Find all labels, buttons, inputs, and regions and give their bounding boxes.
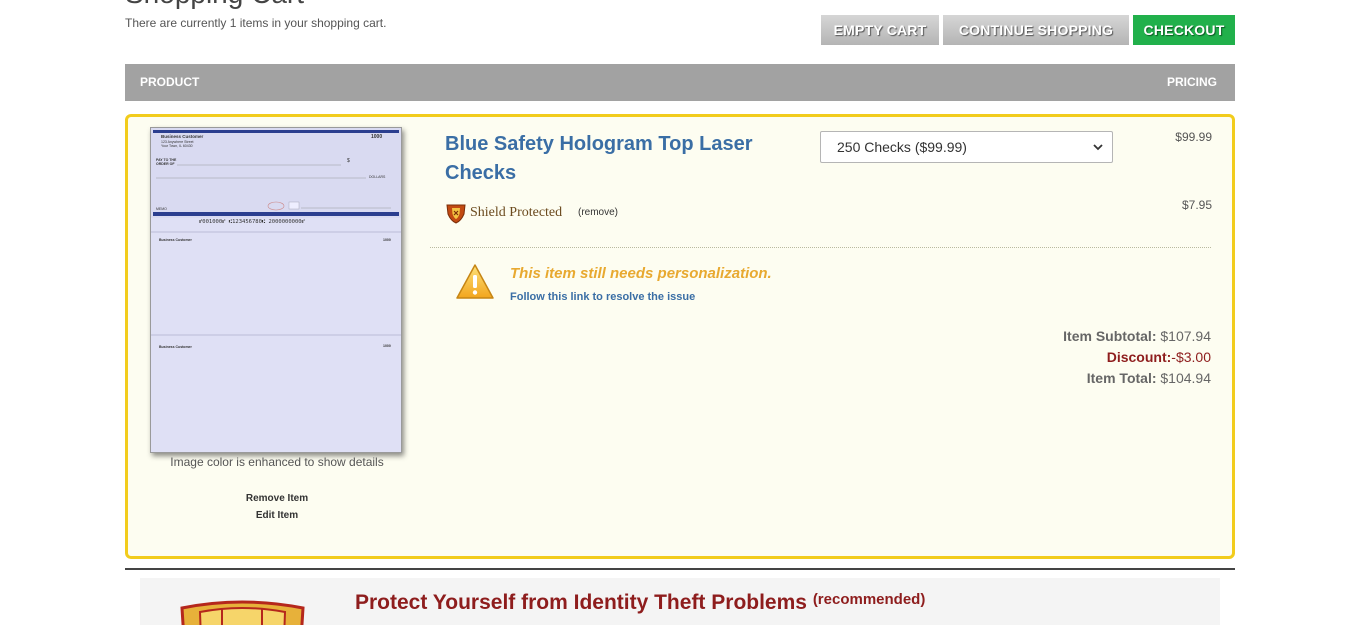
check-order-of: ORDER OF [156,162,175,166]
discount-row: Discount:-$3.00 [1063,347,1211,368]
quantity-select[interactable]: 250 Checks ($99.99) [820,131,1113,163]
item-price: $99.99 [1175,130,1212,144]
stub2-number: 1000 [383,344,391,348]
check-dollar-sign: $ [347,158,350,164]
check-number: 1000 [371,134,382,140]
check-micr: ⑈001000⑈ ⑆123456780⑆ 2000000000⑈ [199,219,306,225]
product-name-link[interactable]: Blue Safety Hologram Top Laser Checks [445,130,805,188]
product-column-header: PRODUCT [140,75,200,89]
cart-item: Business Customer 123 Anywhere Street Yo… [125,114,1235,559]
total-row: Item Total: $104.94 [1063,368,1211,389]
subtotal-value: $107.94 [1160,328,1211,344]
check-preview-graphic: Business Customer 123 Anywhere Street Yo… [151,128,401,349]
warning-icon [456,264,494,299]
checkout-button[interactable]: CHECKOUT [1133,15,1235,45]
remove-item-link[interactable]: Remove Item [146,493,408,504]
promo-title-text: Protect Yourself from Identity Theft Pro… [355,591,807,614]
promo-title: Protect Yourself from Identity Theft Pro… [355,591,925,615]
chevron-down-icon [1093,144,1103,151]
shield-remove-link[interactable]: (remove) [578,207,618,218]
personalization-warning: This item still needs personalization. [510,265,772,282]
continue-shopping-button[interactable]: CONTINUE SHOPPING [943,15,1129,45]
stub1-number: 1000 [383,238,391,242]
shield-protected-text: Shield Protected [470,205,563,220]
shield-protected-logo: Shield Protected [445,201,573,226]
discount-label: Discount: [1106,349,1172,365]
item-divider [430,247,1211,248]
item-totals: Item Subtotal: $107.94 Discount:-$3.00 I… [1063,326,1211,389]
total-label: Item Total: [1086,370,1157,386]
shield-price: $7.95 [1181,198,1212,212]
stub1-company: Business Customer [159,238,193,242]
empty-cart-button[interactable]: EMPTY CART [821,15,939,45]
identity-theft-promo: Protect Yourself from Identity Theft Pro… [140,578,1220,625]
total-value: $104.94 [1160,370,1211,386]
resolve-issue-link[interactable]: Follow this link to resolve the issue [510,291,695,303]
shield-icon [446,204,466,224]
pricing-column-header: PRICING [1166,75,1217,89]
image-color-note: Image color is enhanced to show details [170,455,384,469]
edit-item-link[interactable]: Edit Item [146,510,408,521]
stub2-company: Business Customer [159,345,193,349]
cart-table-header: PRODUCT PRICING [125,64,1235,101]
page-title: Shopping Cart [125,0,304,10]
check-company: Business Customer [161,134,204,139]
discount-value: -$3.00 [1171,349,1211,365]
subtotal-row: Item Subtotal: $107.94 [1063,326,1211,347]
check-memo: MEMO [156,207,167,211]
check-dollars-label: DOLLARS [369,175,386,179]
quantity-selected-value: 250 Checks ($99.99) [837,139,967,155]
promo-recommended-tag: (recommended) [812,591,926,608]
promo-shield-icon [180,600,305,625]
cart-count-text: There are currently 1 items in your shop… [125,16,387,30]
subtotal-label: Item Subtotal: [1063,328,1157,344]
check-product-image[interactable]: Business Customer 123 Anywhere Street Yo… [150,127,402,453]
check-address-2: Your Town, IL 60430 [161,144,193,148]
section-divider [125,568,1235,570]
